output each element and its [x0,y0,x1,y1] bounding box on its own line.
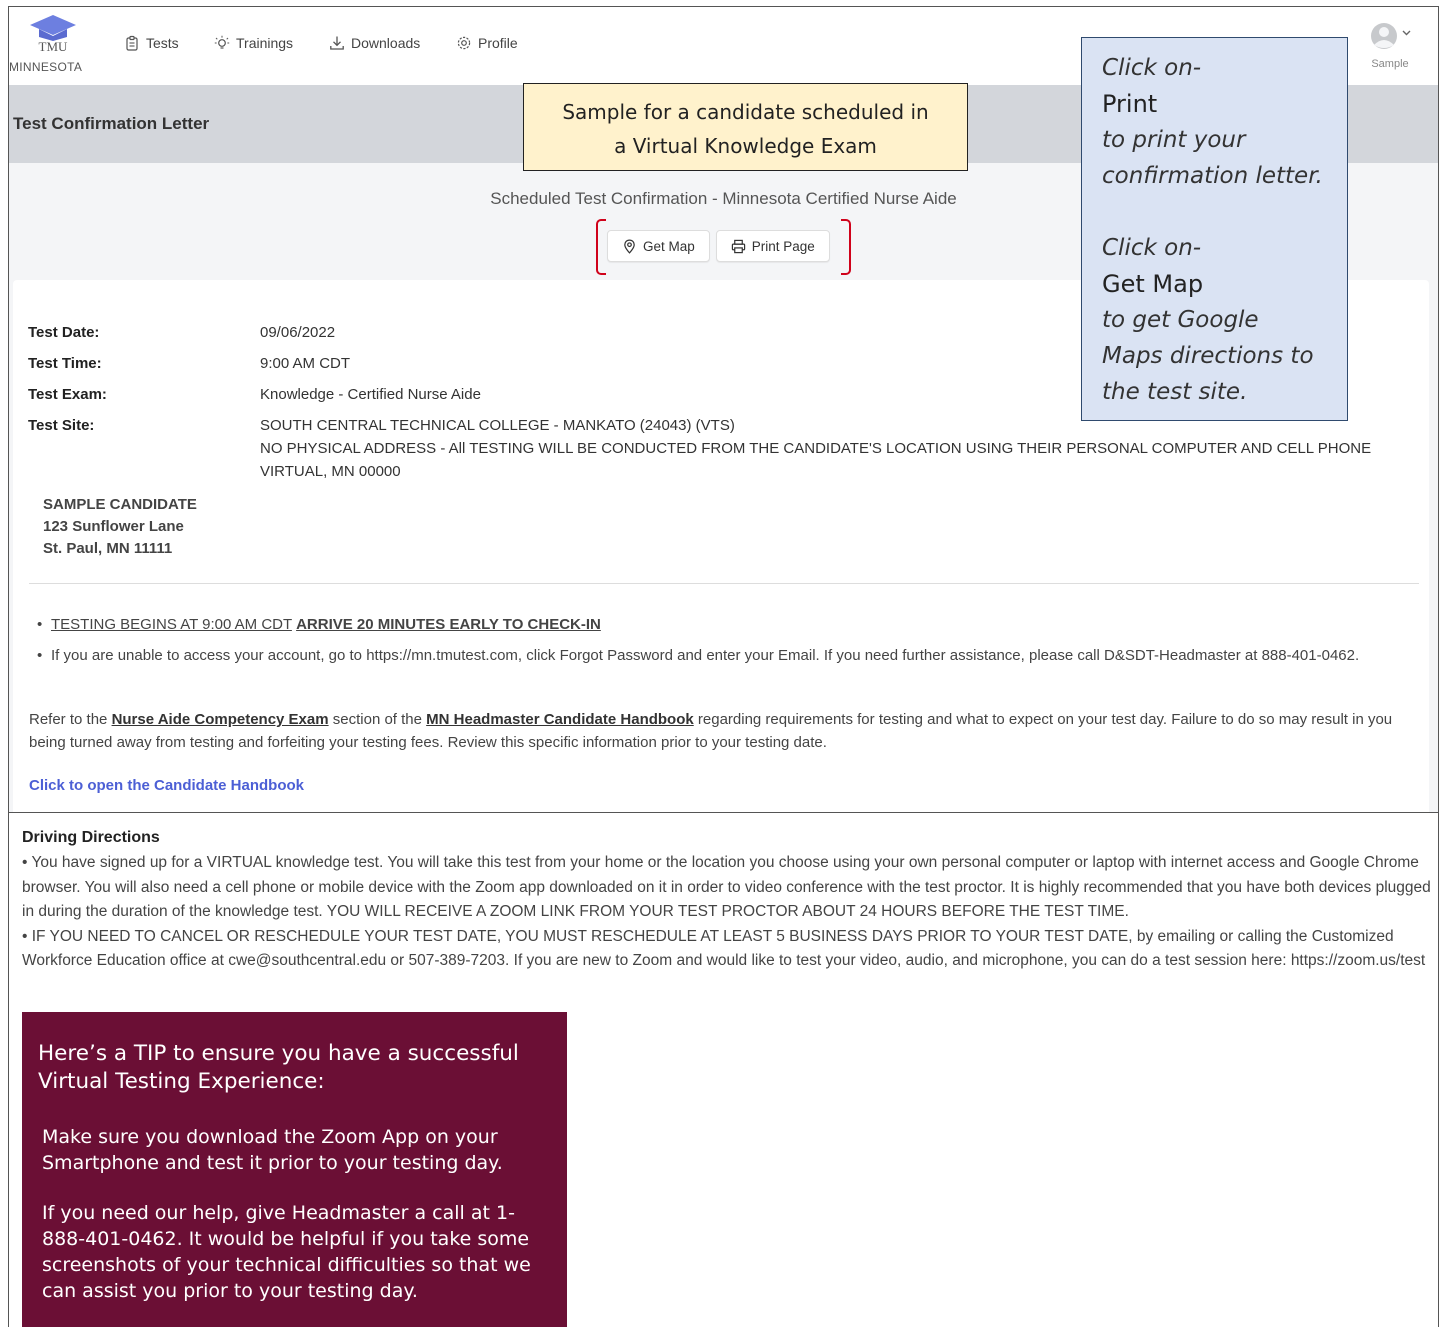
print-page-label: Print Page [751,238,815,254]
callout-text: Click on- [1102,55,1202,81]
tip-banner: Here’s a TIP to ensure you have a succes… [22,1012,567,1327]
nav-profile-label: Profile [478,35,518,51]
nav-trainings-label: Trainings [236,35,294,51]
graduation-cap-icon [30,15,76,41]
candidate-name: SAMPLE CANDIDATE [43,496,197,513]
detail-label: Test Site: [28,417,95,434]
callout-text: the test site. [1102,379,1248,405]
site-line: NO PHYSICAL ADDRESS - All TESTING WILL B… [260,440,1372,457]
action-buttons: Get Map Print Page [607,230,830,262]
candidate-city: St. Paul, MN 11111 [43,540,173,557]
site-line: VIRTUAL, MN 00000 [260,463,401,480]
divider [29,583,1419,584]
open-handbook-link[interactable]: Click to open the Candidate Handbook [29,777,304,794]
driving-paragraph: • You have signed up for a VIRTUAL knowl… [22,854,1431,920]
detail-label: Test Date: [28,324,100,341]
detail-label: Test Exam: [28,386,107,403]
callout-text: confirmation letter. [1102,163,1323,189]
callout-line: a Virtual Knowledge Exam [614,134,877,158]
callout-text: Print [1102,90,1158,118]
tip-paragraph: Make sure you download the Zoom App on y… [42,1126,503,1174]
user-name: Sample [1371,58,1409,70]
logo-state: MINNESOTA [9,60,83,74]
chevron-down-icon [1402,30,1411,36]
clipboard-icon [126,35,138,51]
nav-trainings[interactable]: Trainings [214,35,293,51]
download-icon [330,36,344,50]
detail-value: 09/06/2022 [260,324,336,341]
callout-text: Click on- [1102,235,1202,261]
candidate-handbook-link[interactable]: MN Headmaster Candidate Handbook [426,711,694,728]
callout-text: to print your [1102,127,1246,153]
page-title: Test Confirmation Letter [13,114,210,133]
gear-icon [457,36,471,50]
logo-text: TMU [38,39,68,54]
instructions-callout: Click on- Print to print your confirmati… [1081,37,1348,421]
sample-callout: Sample for a candidate scheduled in a Vi… [523,83,968,171]
list-item: TESTING BEGINS AT 9:00 AM CDT ARRIVE 20 … [37,613,1417,636]
callout-text: to get Google [1102,307,1259,333]
detail-label: Test Time: [28,355,102,372]
user-menu[interactable]: Sample [1360,21,1420,70]
driving-paragraph: • IF YOU NEED TO CANCEL OR RESCHEDULE YO… [22,927,1426,970]
highlight-bracket-right [841,219,851,275]
nav-profile[interactable]: Profile [456,35,518,51]
detail-value: 9:00 AM CDT [260,355,351,372]
notes-list: TESTING BEGINS AT 9:00 AM CDT ARRIVE 20 … [37,613,1417,675]
callout-line: Sample for a candidate scheduled in [562,100,929,124]
nav-tests[interactable]: Tests [124,35,179,51]
tip-heading: Here’s a TIP to ensure you have a succes… [38,1041,519,1094]
candidate-street: 123 Sunflower Lane [43,518,184,535]
driving-directions-section: Driving Directions • You have signed up … [8,812,1439,1327]
nav-tests-label: Tests [146,35,179,51]
lightbulb-icon [214,35,230,49]
nav-downloads-label: Downloads [351,35,421,51]
detail-value: Knowledge - Certified Nurse Aide [260,386,481,403]
nav-downloads[interactable]: Downloads [329,35,420,51]
highlight-bracket-left [596,219,606,275]
logo[interactable]: TMU MINNESOTA [9,15,93,74]
competency-exam-link[interactable]: Nurse Aide Competency Exam [112,711,329,728]
list-item: If you are unable to access your account… [37,644,1417,667]
refer-paragraph: Refer to the Nurse Aide Competency Exam … [29,708,1409,754]
avatar [1371,23,1411,49]
refer-middle: section of the [332,711,422,728]
print-page-button[interactable]: Print Page [715,230,830,262]
page-frame: TMU MINNESOTA Tests Trainings Downloads … [8,6,1439,813]
get-map-button[interactable]: Get Map [607,230,710,262]
testing-begins-text: TESTING BEGINS AT 9:00 AM CDT [51,616,292,633]
printer-icon [731,239,745,253]
callout-text: Maps directions to [1102,343,1314,369]
candidate-address: SAMPLE CANDIDATE 123 Sunflower Lane St. … [43,494,197,560]
get-map-label: Get Map [643,238,695,254]
detail-value-site: SOUTH CENTRAL TECHNICAL COLLEGE - MANKAT… [260,414,1371,483]
refer-prefix: Refer to the [29,711,108,728]
arrive-early-text: ARRIVE 20 MINUTES EARLY TO CHECK-IN [296,616,601,633]
tip-paragraph: If you need our help, give Headmaster a … [42,1202,531,1302]
callout-text: Get Map [1102,270,1204,298]
map-pin-icon [624,239,635,254]
driving-directions-body: • You have signed up for a VIRTUAL knowl… [22,851,1437,974]
driving-directions-title: Driving Directions [22,829,160,846]
